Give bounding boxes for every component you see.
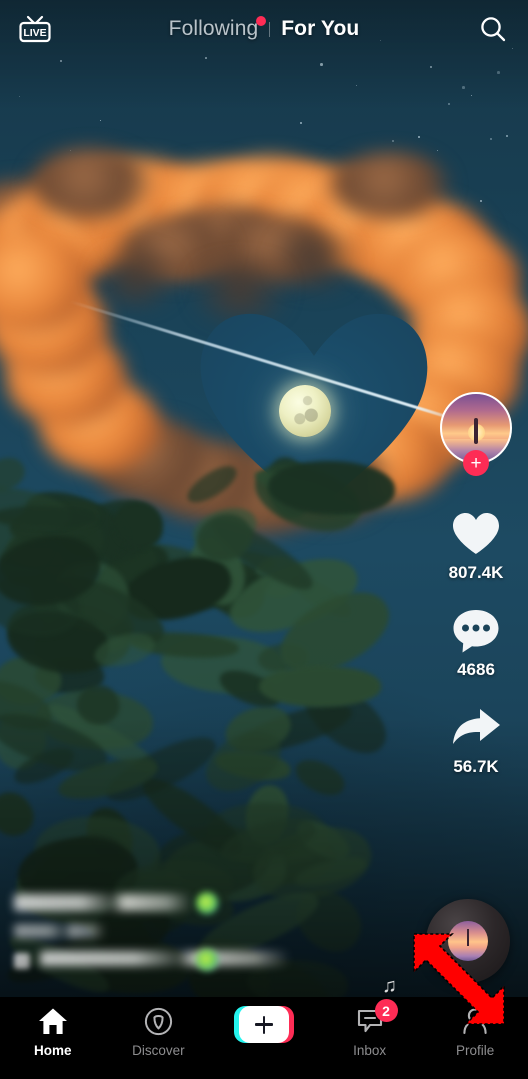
search-button[interactable] [472,9,514,49]
tab-following[interactable]: Following [159,17,269,41]
music-emoji-blurred [196,949,218,971]
avatar-figure [474,418,478,444]
nav-item-home[interactable]: Home [0,1006,106,1058]
nav-label-profile: Profile [456,1043,494,1058]
username-blurred [14,894,192,911]
tab-following-label: Following [169,17,259,40]
svg-text:LIVE: LIVE [23,27,46,39]
music-title-blurred [40,951,290,966]
caption-emoji-blurred [196,892,218,914]
inbox-icon: 2 [356,1006,384,1036]
create-icon[interactable] [234,1006,294,1043]
tab-for-you[interactable]: For You [271,17,369,41]
plus-icon [255,1016,273,1034]
full-moon [279,385,331,437]
tiktok-app-screen: LIVE Following For You + 807.4K 4686 56.… [0,0,528,1079]
comment-button[interactable]: 4686 [449,605,503,680]
top-navigation-bar: LIVE Following For You [0,0,528,58]
inbox-badge: 2 [375,999,398,1022]
share-count: 56.7K [453,757,498,777]
search-icon [478,14,508,44]
tab-divider [269,22,270,37]
creator-avatar[interactable]: + [440,392,512,464]
red-arrow-annotation [400,922,528,1030]
nav-item-discover[interactable]: Discover [106,1006,212,1058]
action-rail: + 807.4K 4686 56.7K [438,392,514,799]
caption-text-blurred [14,924,106,938]
follow-button[interactable]: + [463,450,489,476]
video-caption-blurred[interactable] [14,894,304,971]
like-count: 807.4K [449,563,504,583]
comment-count: 4686 [457,660,495,680]
following-notification-dot [256,16,266,26]
tab-for-you-label: For You [281,17,359,40]
feed-tab-group: Following For You [56,17,472,41]
live-tv-icon: LIVE [18,13,52,45]
nav-label-inbox: Inbox [353,1043,386,1058]
heart-icon [449,508,503,560]
create-body [239,1006,289,1043]
nav-item-create[interactable] [211,1006,317,1043]
home-icon [38,1006,68,1036]
music-note-icon: ♫ [382,975,397,998]
nav-label-home: Home [34,1043,72,1058]
share-button[interactable]: 56.7K [449,702,503,777]
live-button[interactable]: LIVE [14,9,56,49]
music-note-icon [14,953,30,969]
compass-icon [144,1006,173,1036]
comment-icon [449,605,503,657]
nav-label-discover: Discover [132,1043,185,1058]
like-button[interactable]: 807.4K [449,508,504,583]
share-icon [449,702,503,754]
